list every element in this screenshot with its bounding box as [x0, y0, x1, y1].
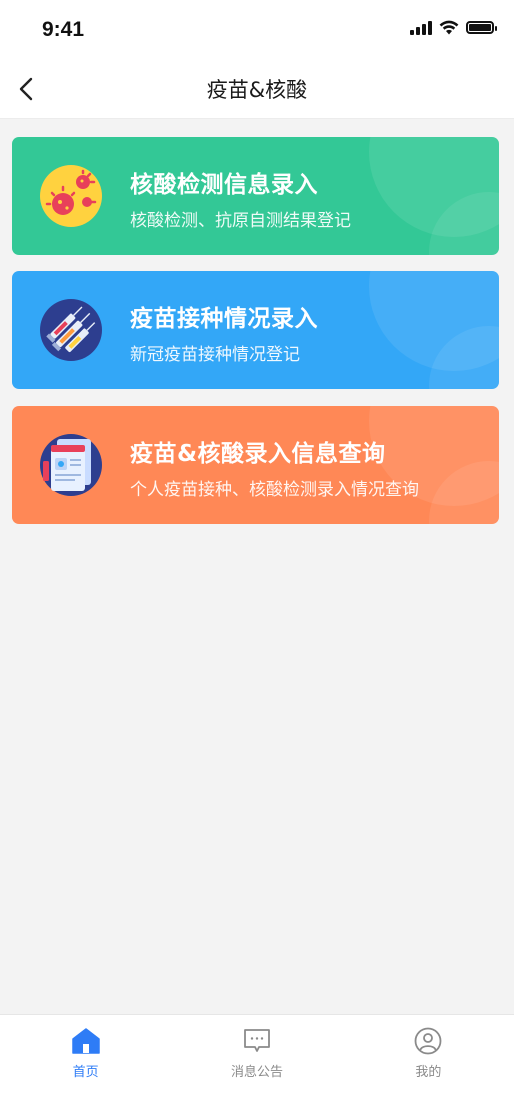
tab-profile[interactable]: 我的 — [343, 1015, 514, 1104]
status-time: 9:41 — [42, 18, 85, 41]
status-icons — [410, 20, 497, 35]
cellular-signal-icon — [410, 20, 432, 35]
virus-icon — [40, 165, 102, 227]
tab-label: 我的 — [415, 1065, 442, 1080]
status-bar: 9:41 — [0, 0, 514, 60]
record-query-card[interactable]: 疫苗&核酸录入信息查询 个人疫苗接种、核酸检测录入情况查询 — [12, 406, 499, 524]
syringe-icon — [40, 299, 102, 361]
tab-home[interactable]: 首页 — [0, 1015, 171, 1104]
tab-label: 消息公告 — [230, 1065, 283, 1080]
card-subtitle: 个人疫苗接种、核酸检测录入情况查询 — [130, 480, 419, 500]
home-icon — [71, 1028, 100, 1054]
card-subtitle: 新冠疫苗接种情况登记 — [130, 345, 300, 365]
wifi-icon — [439, 20, 459, 35]
vaccine-entry-card[interactable]: 疫苗接种情况录入 新冠疫苗接种情况登记 — [12, 271, 499, 389]
card-subtitle: 核酸检测、抗原自测结果登记 — [130, 211, 351, 231]
page-title: 疫苗&核酸 — [206, 78, 308, 102]
card-title: 疫苗&核酸录入信息查询 — [130, 441, 386, 467]
tab-messages[interactable]: 消息公告 — [171, 1015, 342, 1104]
message-icon — [244, 1029, 270, 1052]
card-title: 核酸检测信息录入 — [130, 172, 318, 198]
nucleic-acid-entry-card[interactable]: 核酸检测信息录入 核酸检测、抗原自测结果登记 — [12, 137, 499, 255]
nav-bar: 疫苗&核酸 — [0, 60, 514, 119]
document-icon — [40, 434, 102, 496]
card-title: 疫苗接种情况录入 — [130, 306, 318, 332]
user-icon — [414, 1027, 442, 1055]
bottom-tab-bar: 首页 消息公告 我的 — [0, 1014, 514, 1104]
tab-label: 首页 — [72, 1065, 99, 1080]
battery-icon — [466, 21, 497, 34]
